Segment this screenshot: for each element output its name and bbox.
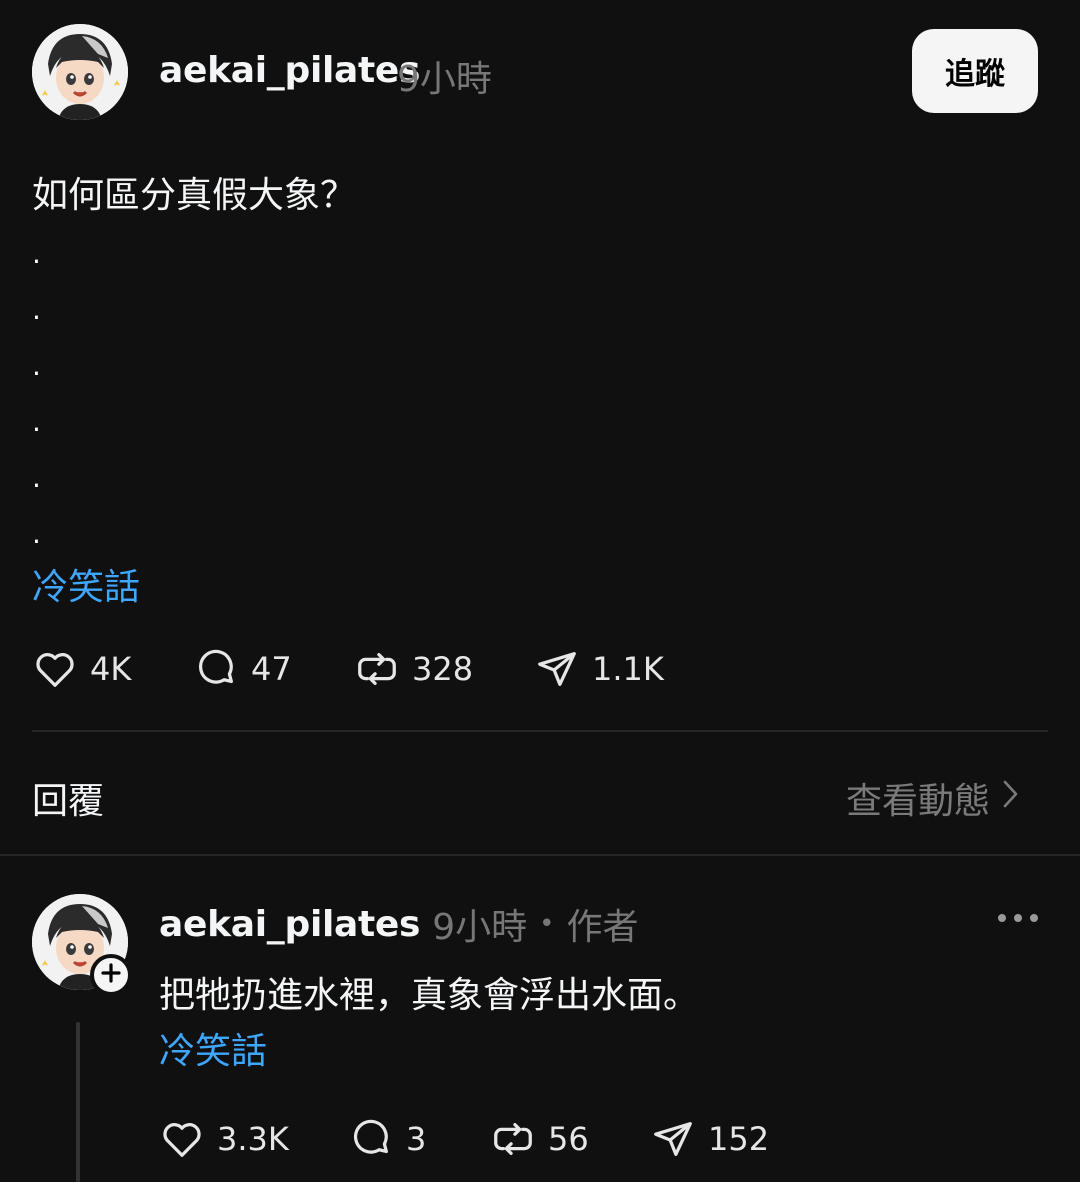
divider <box>32 730 1048 732</box>
comment-icon <box>348 1116 394 1162</box>
reply-tag[interactable]: 冷笑話 <box>159 1022 267 1074</box>
post-username[interactable]: aekai_pilates <box>159 50 420 91</box>
post-time: 9小時 <box>397 59 492 100</box>
reply-username[interactable]: aekai_pilates <box>159 904 420 945</box>
post-text: 如何區分真假大象？ <box>32 175 357 216</box>
plus-icon <box>100 961 122 989</box>
thread-line <box>76 1022 80 1182</box>
replies-heading: 回覆 <box>32 781 105 822</box>
repost-count: 328 <box>412 650 474 688</box>
repost-icon <box>490 1116 536 1162</box>
section-divider <box>0 854 1080 856</box>
share-icon <box>650 1116 696 1162</box>
reply-share-count: 152 <box>708 1120 770 1158</box>
share-button[interactable]: 1.1K <box>534 646 664 692</box>
reply-repost-count: 56 <box>548 1120 589 1158</box>
reply-like-count: 3.3K <box>217 1120 289 1158</box>
chevron-right-icon <box>1000 776 1022 821</box>
comment-count: 47 <box>251 650 292 688</box>
post-tag[interactable]: 冷笑話 <box>32 558 140 610</box>
repost-icon <box>354 646 400 692</box>
more-button[interactable] <box>996 906 1040 934</box>
reply-share-button[interactable]: 152 <box>650 1116 769 1162</box>
heart-icon <box>159 1116 205 1162</box>
reply-repost-button[interactable]: 56 <box>490 1116 589 1162</box>
reply-like-button[interactable]: 3.3K <box>159 1116 289 1162</box>
view-activity-label: 查看動態 <box>846 781 991 822</box>
reply-comment-count: 3 <box>406 1120 427 1158</box>
reply-comment-button[interactable]: 3 <box>348 1116 426 1162</box>
ellipsis-dot: . <box>32 405 41 438</box>
view-activity-link[interactable]: 查看動態 <box>846 772 1022 824</box>
author-badge: 作者 <box>566 907 639 948</box>
avatar[interactable] <box>32 24 128 120</box>
ellipsis-dot: . <box>32 349 41 382</box>
heart-icon <box>32 646 78 692</box>
like-button[interactable]: 4K <box>32 646 131 692</box>
reply-header: aekai_pilates 9小時 • 作者 <box>159 898 638 950</box>
ellipsis-dot: . <box>32 237 41 270</box>
ellipsis-dot: . <box>32 461 41 494</box>
reply-time: 9小時 <box>432 907 528 948</box>
ellipsis-dot: . <box>32 517 41 550</box>
more-icon <box>996 914 1040 934</box>
ellipsis-dot: . <box>32 293 41 326</box>
follow-button[interactable]: 追蹤 <box>912 29 1038 113</box>
reply-text: 把牠扔進水裡，真象會浮出水面。 <box>159 975 700 1016</box>
repost-button[interactable]: 328 <box>354 646 473 692</box>
comment-button[interactable]: 47 <box>193 646 292 692</box>
share-count: 1.1K <box>592 650 664 688</box>
follow-plus-button[interactable] <box>90 954 132 996</box>
share-icon <box>534 646 580 692</box>
comment-icon <box>193 646 239 692</box>
meta-separator: • <box>539 909 555 939</box>
like-count: 4K <box>90 650 132 688</box>
